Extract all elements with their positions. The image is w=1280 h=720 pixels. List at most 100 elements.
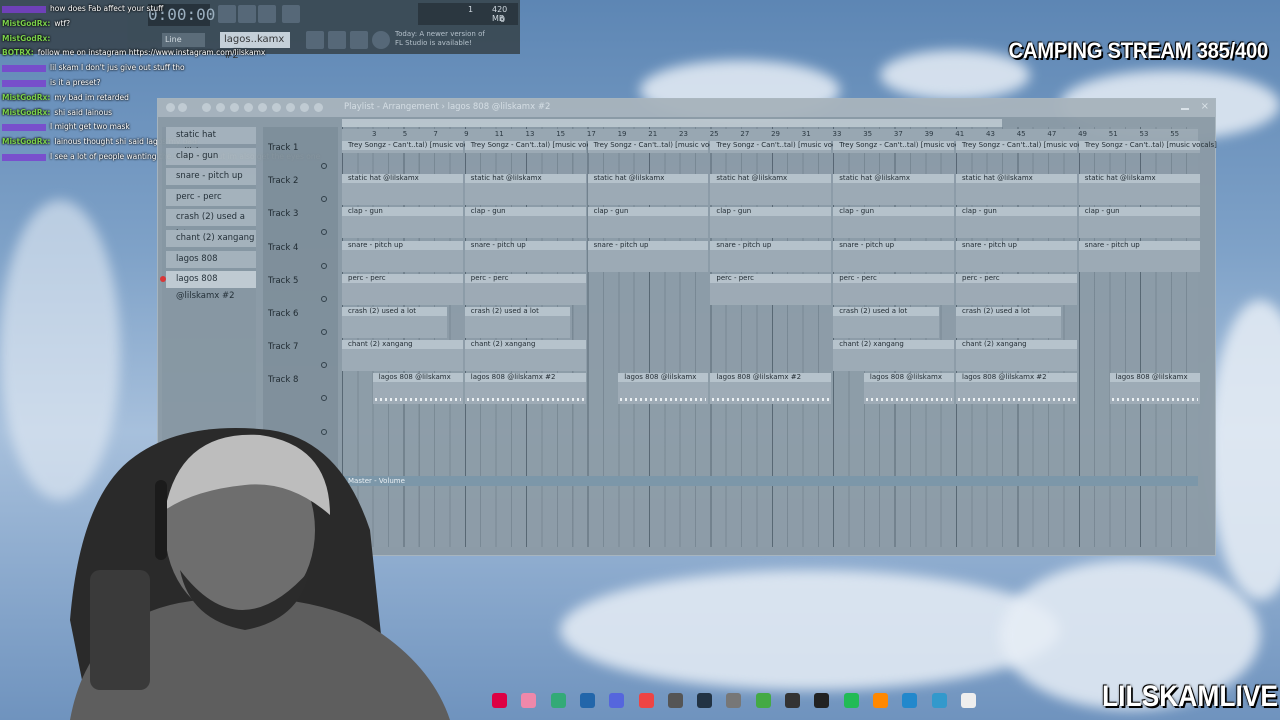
- track-label[interactable]: Track 3: [268, 209, 298, 219]
- playlist-clip[interactable]: static hat @lilskamx: [342, 174, 463, 206]
- playlist-clip[interactable]: snare - pitch up: [342, 240, 463, 272]
- playback-icon[interactable]: [314, 103, 323, 112]
- spotify-icon[interactable]: [843, 693, 859, 708]
- playlist-clip[interactable]: clap - gun: [710, 207, 832, 239]
- close-icon[interactable]: ×: [1201, 101, 1209, 112]
- record-button[interactable]: [218, 5, 236, 23]
- playlist-clip[interactable]: chant (2) xangang: [464, 340, 586, 372]
- playlist-clip[interactable]: Trey Songz - Can't..tal) [music vocals]: [464, 141, 603, 153]
- xbox-icon[interactable]: [755, 693, 771, 708]
- track-mute-dot-icon[interactable]: [321, 229, 327, 236]
- store-icon[interactable]: [550, 693, 566, 708]
- track-mute-dot-icon[interactable]: [321, 362, 327, 369]
- playlist-clip[interactable]: Trey Songz - Can't..tal) [music vocals]: [710, 141, 849, 153]
- zoom-icon[interactable]: [300, 103, 309, 112]
- playlist-clip[interactable]: crash (2) used a lot: [956, 307, 1062, 338]
- playlist-clip[interactable]: Trey Songz - Can't..tal) [music vocals]: [956, 141, 1094, 153]
- playlist-clip[interactable]: perc - perc: [710, 273, 832, 305]
- notes-icon[interactable]: [902, 693, 918, 708]
- playlist-clip[interactable]: snare - pitch up: [710, 240, 832, 272]
- playlist-clip[interactable]: static hat @lilskamx: [833, 174, 954, 206]
- obs-icon[interactable]: [667, 693, 683, 708]
- track-label[interactable]: Track 8: [268, 375, 298, 385]
- playlist-clip[interactable]: clap - gun: [342, 207, 463, 239]
- playlist-clip[interactable]: chant (2) xangang: [956, 340, 1077, 372]
- chat-username[interactable]: [2, 64, 46, 72]
- playlist-clip[interactable]: static hat @lilskamx: [587, 174, 709, 206]
- chat-username[interactable]: MistGodRx:: [2, 93, 50, 102]
- select-icon[interactable]: [286, 103, 295, 112]
- fl-studio-icon[interactable]: [872, 693, 888, 708]
- playlist-clip[interactable]: perc - perc: [464, 273, 586, 305]
- playlist-clip[interactable]: Trey Songz - Can't..tal) [music vocals]: [587, 141, 726, 153]
- playlist-clip[interactable]: lagos 808 @lilskamx: [372, 373, 463, 405]
- picker-pattern-item[interactable]: lagos 808 @lilskamx: [166, 250, 256, 281]
- chat-username[interactable]: [2, 5, 46, 13]
- draw-icon[interactable]: [202, 103, 211, 112]
- chrome-icon[interactable]: [492, 693, 507, 708]
- metronome-button[interactable]: [258, 5, 276, 23]
- track-mute-dot-icon[interactable]: [321, 262, 327, 269]
- track-label[interactable]: Track 7: [268, 342, 298, 352]
- chat-username[interactable]: MistGodRx:: [2, 34, 50, 43]
- playlist-clip[interactable]: snare - pitch up: [833, 240, 954, 272]
- 4k-icon[interactable]: [785, 693, 800, 708]
- playlist-clip[interactable]: crash (2) used a lot: [833, 307, 939, 338]
- playlist-clip[interactable]: static hat @lilskamx: [464, 174, 586, 206]
- picker-pattern-item[interactable]: crash (2) used a lot: [166, 209, 256, 239]
- picker-pattern-item[interactable]: lagos 808 @lilskamx #2: [160, 271, 256, 301]
- picker-pattern-item[interactable]: snare - pitch up: [166, 168, 256, 186]
- chat-username[interactable]: [2, 153, 46, 161]
- timeline-ruler[interactable]: 3 5 7 9 11 13 15 17 19 21 23 25 27 29 31 33 35 37 39 41 43 45…: [342, 129, 1198, 141]
- capcut-icon[interactable]: [814, 693, 830, 708]
- playlist-clip[interactable]: static hat @lilskamx: [710, 174, 832, 206]
- track-label[interactable]: Track 6: [268, 309, 298, 319]
- pattern-mode-button[interactable]: [282, 5, 300, 23]
- picker-pattern-item[interactable]: clap - gun: [166, 147, 256, 165]
- playlist-clip[interactable]: perc - perc: [342, 273, 463, 305]
- track-mute-dot-icon[interactable]: [321, 395, 327, 402]
- files-icon[interactable]: [521, 693, 537, 708]
- discord-icon[interactable]: [609, 693, 625, 708]
- paint-icon[interactable]: [216, 103, 225, 112]
- playlist-clip[interactable]: lagos 808 @lilskamx: [863, 373, 954, 405]
- picker-pattern-item[interactable]: chant (2) xangang: [166, 230, 256, 247]
- piano-roll-button[interactable]: [306, 31, 324, 49]
- playlist-clip[interactable]: perc - perc: [956, 273, 1077, 305]
- chat-username[interactable]: MistGodRx:: [2, 19, 50, 28]
- track-mute-dot-icon[interactable]: [321, 329, 327, 335]
- playlist-clip[interactable]: static hat @lilskamx: [1078, 174, 1200, 206]
- track-mute-dot-icon[interactable]: [321, 295, 327, 302]
- playlist-clip[interactable]: Trey Songz - Can't..tal) [music vocals]: [1078, 141, 1217, 153]
- brave-icon[interactable]: [638, 693, 654, 708]
- track-label[interactable]: Track 2: [268, 176, 298, 186]
- playlist-clip[interactable]: chant (2) xangang: [342, 340, 463, 372]
- chat-username[interactable]: MistGodRx:: [2, 108, 50, 117]
- playlist-clip[interactable]: crash (2) used a lot: [342, 307, 448, 338]
- browser-button[interactable]: [372, 31, 390, 49]
- playlist-clip[interactable]: chant (2) xangang: [833, 340, 954, 372]
- update-news[interactable]: Today: A newer version of FL Studio is a…: [395, 30, 485, 50]
- photoshop-icon[interactable]: [579, 693, 595, 708]
- playlist-clip[interactable]: snare - pitch up: [1078, 240, 1200, 272]
- playlist-clip[interactable]: clap - gun: [1078, 207, 1200, 239]
- playlist-clip[interactable]: static hat @lilskamx: [956, 174, 1077, 206]
- chat-username[interactable]: MistGodRx:: [2, 137, 50, 146]
- playlist-clip[interactable]: snare - pitch up: [464, 240, 586, 272]
- picker-pattern-item[interactable]: perc - perc: [166, 188, 256, 206]
- mute-icon[interactable]: [244, 103, 253, 112]
- snap-mode-select[interactable]: Line: [162, 33, 205, 47]
- delete-icon[interactable]: [230, 103, 239, 112]
- song-mode-button[interactable]: [238, 5, 256, 23]
- mixer-button[interactable]: [350, 31, 368, 49]
- chat-username[interactable]: [2, 79, 46, 87]
- playlist-clip[interactable]: lagos 808 @lilskamx #2: [710, 373, 832, 405]
- app-icon[interactable]: [726, 693, 742, 708]
- menu-icon[interactable]: [166, 103, 175, 112]
- playlist-titlebar[interactable]: Playlist - Arrangement › lagos 808 @lils…: [158, 99, 1215, 117]
- playlist-clip[interactable]: perc - perc: [833, 273, 954, 305]
- track-mute-dot-icon[interactable]: [321, 196, 327, 203]
- playlist-clip[interactable]: snare - pitch up: [956, 240, 1077, 272]
- playlist-clip[interactable]: lagos 808 @lilskamx #2: [464, 373, 586, 405]
- track-label[interactable]: Track 4: [268, 243, 298, 253]
